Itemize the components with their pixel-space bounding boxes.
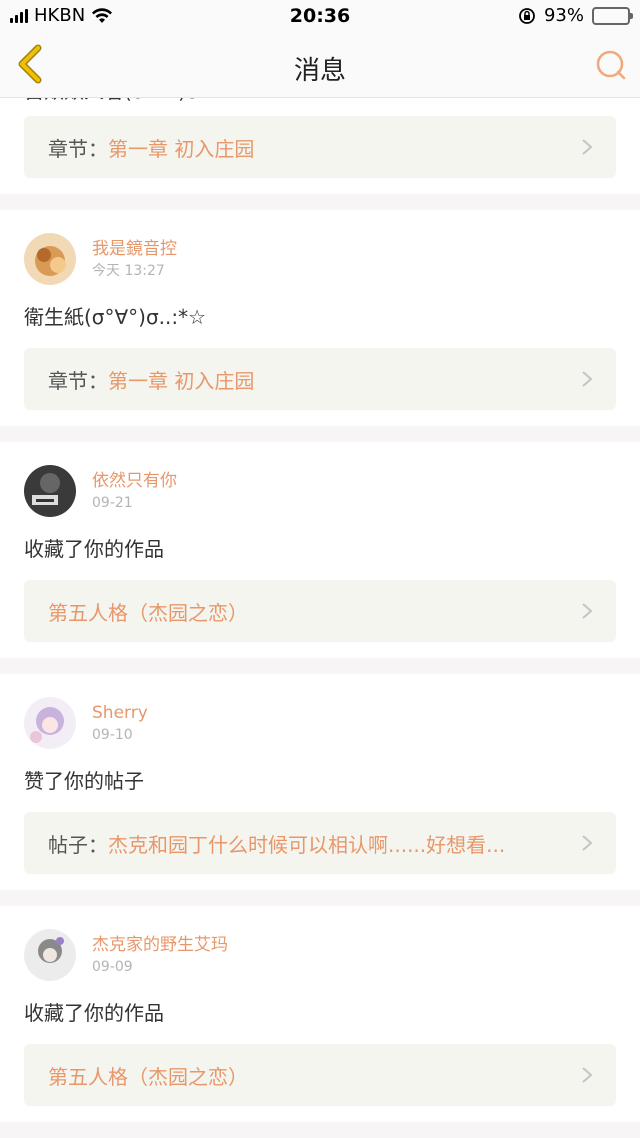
chevron-right-icon [582,371,593,387]
reference-value: 第五人格（杰园之恋） [48,600,248,625]
author-info: 杰克家的野生艾玛 09-09 [92,934,228,977]
message-date: 09-10 [92,726,133,743]
reference-value: 第五人格（杰园之恋） [48,1064,248,1089]
page-title: 消息 [293,56,346,86]
message-feed: 自欺欺人者(σ°∀°)σ..:*☆ 章节： 第一章 初入庄园 我是鏡音控 今天 … [0,74,640,1138]
message-content: 衛生紙(σ°∀°)σ..:*☆ [24,305,207,329]
reference-value: 第一章 初入庄园 [108,136,255,161]
author-row: 杰克家的野生艾玛 09-09 [24,906,616,982]
chevron-right-icon [582,1067,593,1083]
orientation-lock-icon [519,7,535,24]
reference-link[interactable]: 章节： 第一章 初入庄园 [24,116,616,178]
author-row: Sherry 09-10 [24,674,616,750]
author-row: 我是鏡音控 今天 13:27 [24,210,616,286]
nav-bar: 消息 [0,32,640,98]
battery-percent: 93% [543,5,584,26]
message-date: 09-09 [92,958,133,975]
battery-icon [592,6,633,25]
author-name[interactable]: 我是鏡音控 [92,238,177,260]
avatar[interactable] [24,929,76,981]
author-info: Sherry 09-10 [92,702,148,745]
author-name[interactable]: 依然只有你 [92,470,177,492]
message-content: 收藏了你的作品 [24,1001,164,1025]
author-name[interactable]: 杰克家的野生艾玛 [92,934,228,956]
message-content: 收藏了你的作品 [24,537,164,561]
message-date: 09-21 [92,494,133,511]
reference-value: 第一章 初入庄园 [108,368,255,393]
author-row: 依然只有你 09-21 [24,442,616,518]
reference-label: 帖子： [48,832,108,857]
status-bar: HKBN 20:36 93% [0,0,640,32]
author-info: 依然只有你 09-21 [92,470,177,513]
status-right: 93% [518,5,633,26]
chevron-right-icon [582,139,593,155]
reference-value: 杰克和园丁什么时候可以相认啊......好想看... [108,832,506,857]
message-card: 我是鏡音控 今天 13:27 衛生紙(σ°∀°)σ..:*☆ 章节： 第一章 初… [0,210,640,426]
reference-link[interactable]: 第五人格（杰园之恋） [24,580,616,642]
reference-link[interactable]: 章节： 第一章 初入庄园 [24,348,616,410]
message-card: 依然只有你 09-21 收藏了你的作品 第五人格（杰园之恋） [0,442,640,658]
search-icon[interactable] [594,48,628,82]
avatar[interactable] [24,465,76,517]
message-content: 赞了你的帖子 [24,769,144,793]
chevron-right-icon [582,835,593,851]
author-info: 我是鏡音控 今天 13:27 [92,238,177,281]
reference-link[interactable]: 帖子： 杰克和园丁什么时候可以相认啊......好想看... [24,812,616,874]
avatar[interactable] [24,233,76,285]
reference-label: 章节： [48,136,108,161]
message-date: 今天 13:27 [92,262,165,279]
message-card: 杰克家的野生艾玛 09-09 收藏了你的作品 第五人格（杰园之恋） [0,906,640,1122]
author-name[interactable]: Sherry [92,702,148,724]
chevron-right-icon [582,603,593,619]
reference-link[interactable]: 第五人格（杰园之恋） [24,1044,616,1106]
message-card: Sherry 09-10 赞了你的帖子 帖子： 杰克和园丁什么时候可以相认啊..… [0,674,640,890]
reference-label: 章节： [48,368,108,393]
avatar[interactable] [24,697,76,749]
